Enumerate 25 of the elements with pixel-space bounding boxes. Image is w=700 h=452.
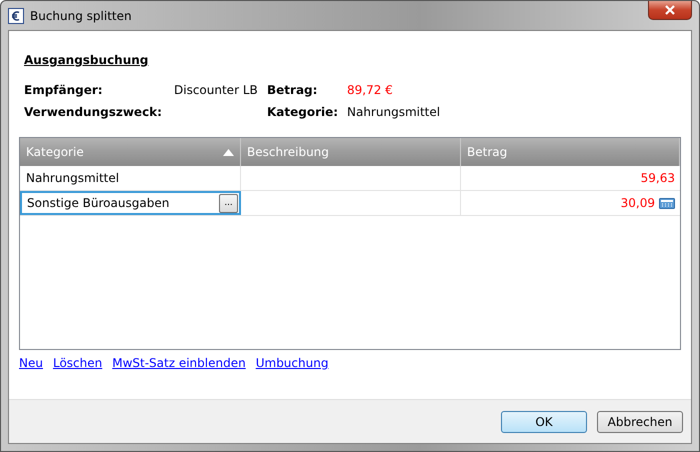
field-label: Betrag: <box>267 83 318 97</box>
table-cell: Nahrungsmittel <box>26 171 120 185</box>
ok-button[interactable]: OK <box>501 410 587 432</box>
field-label: Empfänger: <box>24 83 104 97</box>
action-link[interactable]: MwSt-Satz einblenden <box>112 356 246 370</box>
euro-icon <box>8 8 24 24</box>
section-title: Ausgangsbuchung <box>24 53 150 67</box>
action-link[interactable]: Neu <box>19 356 43 370</box>
action-link[interactable]: Umbuchung <box>256 356 328 370</box>
cancel-button[interactable]: Abbrechen <box>597 410 683 432</box>
amount-cell: 30,09 <box>620 196 655 210</box>
field-label: Verwendungszweck: <box>24 105 163 119</box>
amount-cell: 59,63 <box>640 171 675 185</box>
calculator-icon[interactable] <box>659 198 675 208</box>
sort-ascending-icon <box>223 148 234 156</box>
field-value: Nahrungsmittel <box>347 105 442 119</box>
action-link[interactable]: Löschen <box>52 356 102 370</box>
window-title: Buchung splitten <box>30 8 132 22</box>
field-value: 89,72 € <box>347 83 394 97</box>
browse-button[interactable]: ... <box>219 194 238 212</box>
close-icon <box>664 5 676 15</box>
field-label: Kategorie: <box>267 105 340 119</box>
category-input[interactable]: Sonstige Büroausgaben ... <box>20 191 241 215</box>
close-button[interactable] <box>648 1 692 20</box>
field-value: Discounter LB <box>174 83 259 97</box>
